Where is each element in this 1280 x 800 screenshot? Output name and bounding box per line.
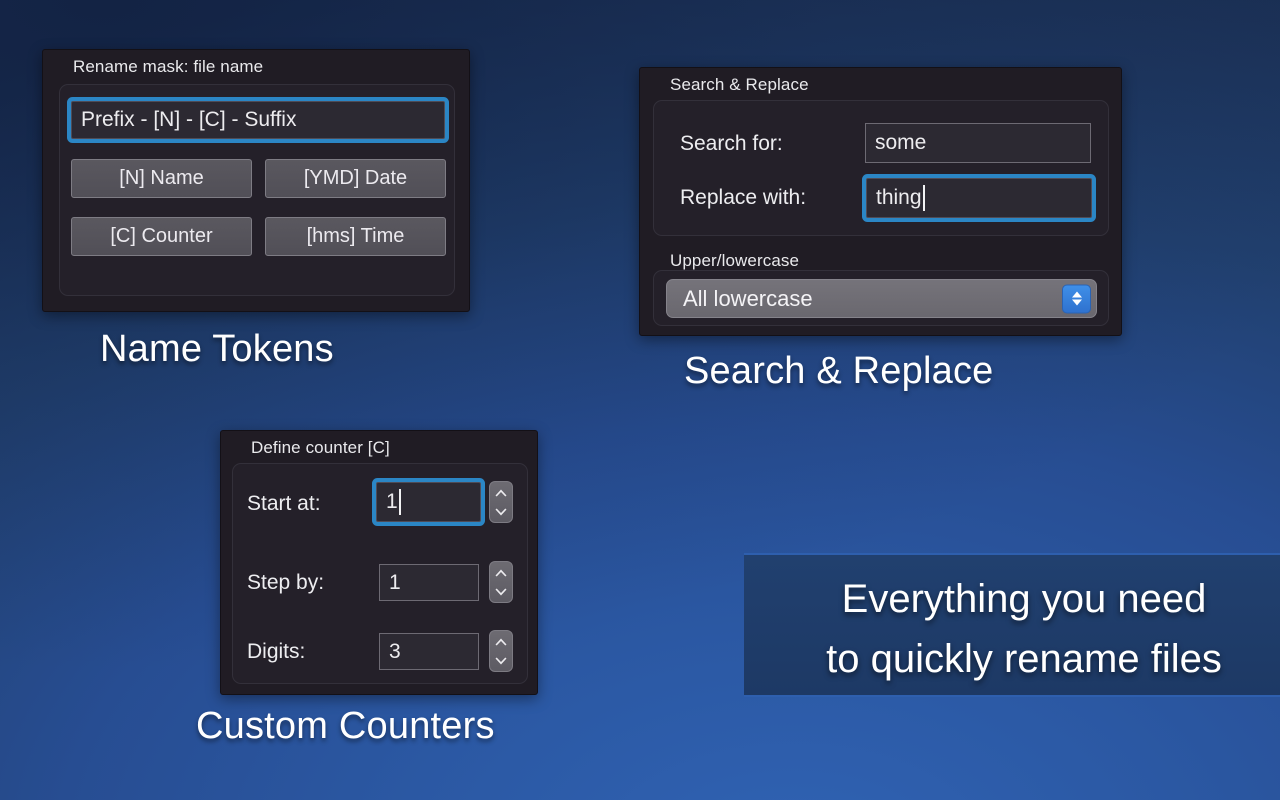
step-by-input[interactable]: 1 bbox=[379, 564, 479, 601]
start-at-stepper-up[interactable] bbox=[490, 482, 512, 502]
search-for-input[interactable]: some bbox=[865, 123, 1091, 163]
case-select-value: All lowercase bbox=[683, 285, 813, 311]
start-at-input-value: 1 bbox=[386, 490, 398, 513]
token-button-time-label: [hms] Time bbox=[306, 225, 405, 247]
token-button-counter-label: [C] Counter bbox=[110, 225, 213, 247]
replace-with-input[interactable]: thing bbox=[866, 178, 1092, 218]
start-at-input[interactable]: 1 bbox=[376, 482, 481, 522]
counters-panel: Define counter [C] Start at: 1 Step by: … bbox=[220, 430, 538, 695]
start-at-stepper-down[interactable] bbox=[490, 502, 512, 522]
rename-mask-input-value: Prefix - [N] - [C] - Suffix bbox=[81, 108, 297, 131]
rename-mask-input[interactable]: Prefix - [N] - [C] - Suffix bbox=[71, 101, 445, 139]
replace-with-label: Replace with: bbox=[680, 186, 807, 209]
token-button-counter[interactable]: [C] Counter bbox=[71, 217, 252, 256]
digits-label: Digits: bbox=[247, 640, 306, 663]
token-button-name[interactable]: [N] Name bbox=[71, 159, 252, 198]
counters-caption: Custom Counters bbox=[196, 705, 495, 747]
text-caret bbox=[922, 185, 925, 211]
search-replace-panel: Search & Replace Search for: some Replac… bbox=[639, 67, 1122, 336]
digits-input-value: 3 bbox=[389, 639, 401, 663]
name-tokens-caption: Name Tokens bbox=[100, 328, 334, 370]
search-for-input-value: some bbox=[875, 131, 927, 154]
step-by-label: Step by: bbox=[247, 571, 325, 594]
digits-stepper-down[interactable] bbox=[490, 651, 512, 671]
start-at-stepper[interactable] bbox=[489, 481, 513, 523]
start-at-label: Start at: bbox=[247, 492, 321, 515]
token-button-date[interactable]: [YMD] Date bbox=[265, 159, 446, 198]
start-at-caret bbox=[398, 489, 401, 515]
name-tokens-panel: Rename mask: file name Prefix - [N] - [C… bbox=[42, 49, 470, 312]
digits-input[interactable]: 3 bbox=[379, 633, 479, 670]
replace-with-input-value: thing bbox=[876, 186, 922, 209]
case-select[interactable]: All lowercase bbox=[666, 279, 1097, 318]
token-button-date-label: [YMD] Date bbox=[303, 167, 408, 189]
search-replace-caption: Search & Replace bbox=[684, 350, 994, 392]
step-by-stepper-down[interactable] bbox=[490, 582, 512, 602]
tagline-line-2: to quickly rename files bbox=[826, 637, 1222, 681]
token-button-time[interactable]: [hms] Time bbox=[265, 217, 446, 256]
up-down-chevron-icon[interactable] bbox=[1062, 284, 1091, 313]
search-replace-panel-title: Search & Replace bbox=[670, 75, 809, 94]
digits-stepper[interactable] bbox=[489, 630, 513, 672]
step-by-input-value: 1 bbox=[389, 570, 401, 594]
tagline-line-1: Everything you need bbox=[841, 577, 1207, 621]
step-by-stepper-up[interactable] bbox=[490, 562, 512, 582]
token-button-name-label: [N] Name bbox=[119, 167, 204, 189]
search-for-label: Search for: bbox=[680, 132, 783, 155]
name-tokens-panel-title: Rename mask: file name bbox=[73, 57, 264, 76]
step-by-stepper[interactable] bbox=[489, 561, 513, 603]
digits-stepper-up[interactable] bbox=[490, 631, 512, 651]
counters-panel-title: Define counter [C] bbox=[251, 438, 390, 457]
tagline-banner: Everything you need to quickly rename fi… bbox=[744, 553, 1280, 697]
